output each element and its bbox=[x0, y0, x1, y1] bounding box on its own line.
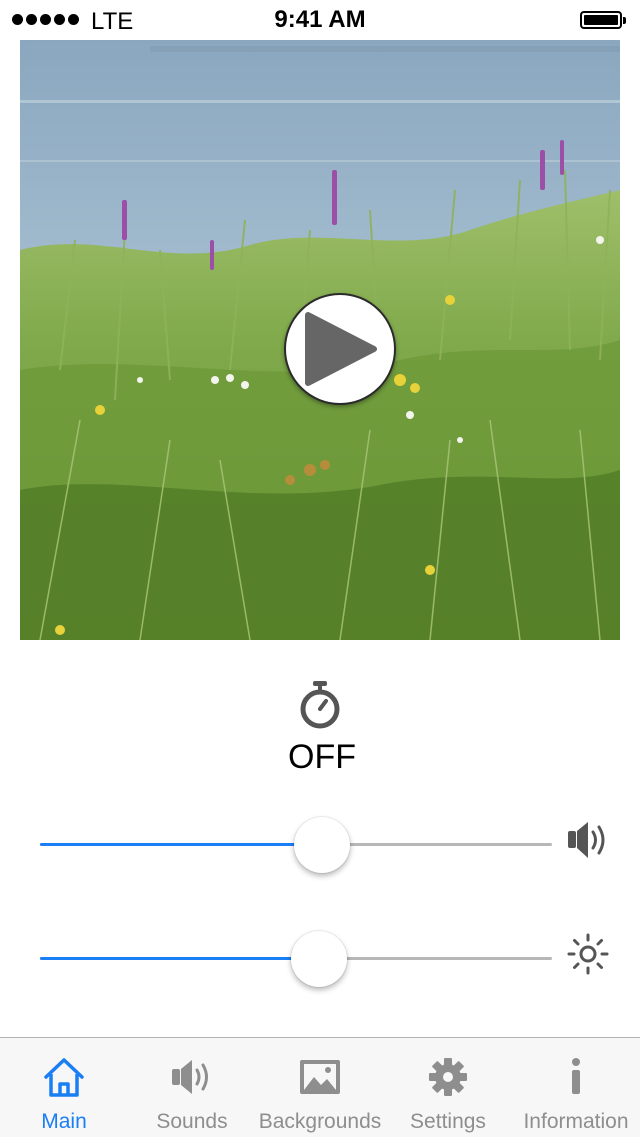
status-time: 9:41 AM bbox=[274, 6, 366, 33]
slider-thumb[interactable] bbox=[291, 931, 348, 987]
tab-backgrounds[interactable]: Backgrounds bbox=[256, 1038, 384, 1137]
background-scene-image bbox=[20, 40, 620, 640]
brightness-slider[interactable] bbox=[40, 929, 552, 989]
tab-label: Settings bbox=[410, 1110, 486, 1133]
tab-label: Backgrounds bbox=[258, 1110, 382, 1133]
gear-icon bbox=[429, 1058, 467, 1096]
timer-status-label[interactable]: OFF bbox=[0, 738, 640, 777]
tab-bar: Main Sounds Backgrounds Settings Informa… bbox=[0, 1037, 640, 1137]
battery-icon bbox=[580, 11, 626, 29]
sun-icon bbox=[566, 932, 610, 976]
stopwatch-icon[interactable] bbox=[297, 680, 343, 730]
speaker-icon bbox=[172, 1060, 208, 1094]
volume-slider[interactable] bbox=[40, 815, 552, 875]
slider-thumb[interactable] bbox=[293, 817, 350, 873]
tab-settings[interactable]: Settings bbox=[384, 1038, 512, 1137]
tab-label: Information bbox=[523, 1110, 629, 1133]
slider-fill bbox=[40, 843, 322, 846]
slider-fill bbox=[40, 957, 320, 960]
tab-label: Sounds bbox=[156, 1110, 228, 1133]
tab-main[interactable]: Main bbox=[0, 1038, 128, 1137]
play-button[interactable] bbox=[284, 293, 396, 405]
tab-information[interactable]: Information bbox=[512, 1038, 640, 1137]
speaker-icon bbox=[566, 818, 610, 862]
status-bar: LTE 9:41 AM bbox=[0, 0, 640, 40]
info-icon bbox=[572, 1058, 580, 1094]
tab-sounds[interactable]: Sounds bbox=[128, 1038, 256, 1137]
picture-icon bbox=[300, 1060, 340, 1094]
play-icon bbox=[305, 312, 377, 386]
home-icon bbox=[44, 1058, 84, 1097]
tab-label: Main bbox=[41, 1110, 87, 1133]
